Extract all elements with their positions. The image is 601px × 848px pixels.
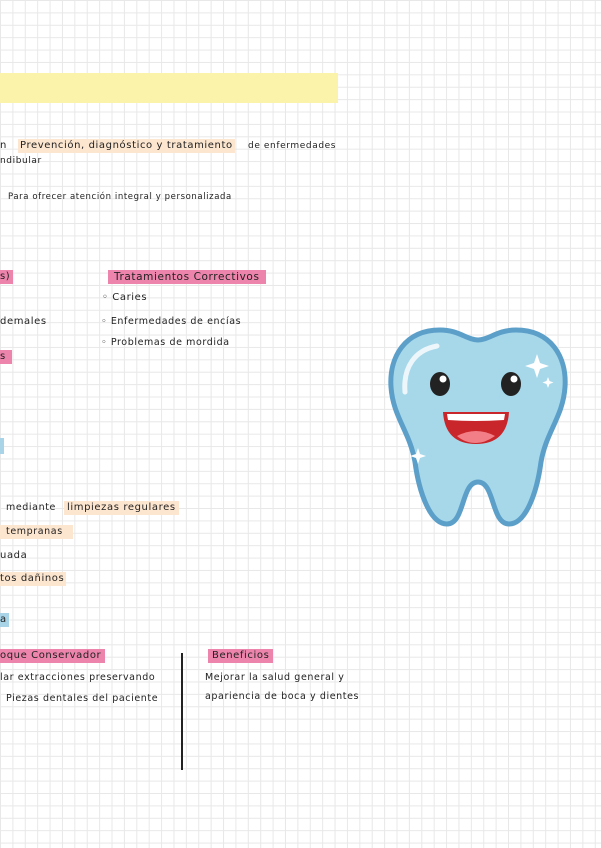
right-eye — [501, 372, 521, 396]
beneficios-line1: Mejorar la salud general y — [205, 672, 345, 683]
correctivos-item: ◦ Enfermedades de encías — [101, 316, 242, 327]
title-highlight — [0, 73, 338, 103]
intro-line2: ndibular — [0, 156, 42, 166]
beneficios-line2: apariencia de boca y dientes — [205, 691, 360, 702]
prevention-highlight: limpiezas regulares — [64, 501, 179, 515]
correctivos-title: Tratamientos Correctivos — [108, 270, 266, 284]
beneficios-title: Beneficios — [208, 649, 274, 663]
conservador-title: oque Conservador — [0, 649, 106, 663]
prevention-line2: tempranas — [0, 525, 73, 539]
section-label-fragment: a — [0, 613, 9, 627]
intro-text-post: de enfermedades — [248, 141, 337, 151]
prevention-text: mediante — [6, 502, 56, 513]
left-item-fragment: demales — [0, 316, 47, 327]
correctivos-item: ◦ Problemas de mordida — [101, 337, 230, 348]
intro-text-pre: n — [0, 140, 7, 151]
left-heading-fragment: s) — [0, 270, 14, 284]
conservador-line1: lar extracciones preservando — [0, 672, 156, 683]
left-heading2-fragment: s — [0, 350, 12, 364]
section-label-highlight — [0, 438, 4, 454]
intro-highlight: Prevención, diagnóstico y tratamiento — [18, 139, 235, 153]
correctivos-item: ◦ Caries — [102, 292, 148, 303]
column-divider — [181, 653, 183, 770]
prevention-line4: tos dañinos — [0, 572, 67, 586]
left-eye — [430, 372, 450, 396]
prevention-line3: uada — [0, 550, 28, 561]
tooth-illustration — [388, 327, 568, 527]
conservador-line2: Piezas dentales del paciente — [6, 693, 159, 704]
intro-line3: Para ofrecer atención integral y persona… — [8, 192, 232, 202]
